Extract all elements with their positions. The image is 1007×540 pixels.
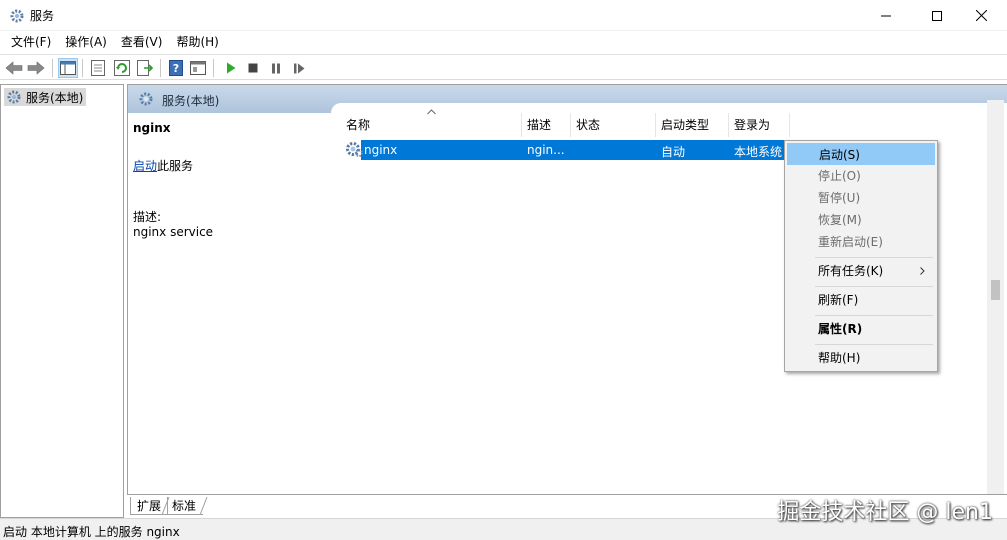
- export-list-button[interactable]: [135, 58, 155, 78]
- column-header-startup-type[interactable]: 启动类型: [656, 113, 728, 137]
- description-label: 描述:: [133, 210, 162, 224]
- vertical-scrollbar[interactable]: [987, 100, 1004, 494]
- resume-service-button[interactable]: [289, 58, 309, 78]
- close-icon: [975, 10, 987, 21]
- properties-button[interactable]: [88, 58, 108, 78]
- tree-node-services-local[interactable]: 服务(本地): [4, 88, 87, 106]
- service-detail-pane: nginx 启动此服务 描述: nginx service: [128, 113, 331, 495]
- panel-header-title: 服务(本地): [162, 94, 220, 108]
- console-tree: 服务(本地): [0, 84, 124, 518]
- column-header-name[interactable]: 名称: [341, 113, 521, 137]
- export-list-icon: [137, 60, 153, 76]
- row-startup-type: 自动: [661, 145, 686, 159]
- back-button[interactable]: [4, 58, 24, 78]
- column-header-description[interactable]: 描述: [522, 113, 570, 137]
- view-button[interactable]: [188, 58, 208, 78]
- svg-text:?: ?: [173, 62, 179, 75]
- menu-file[interactable]: 文件(F): [4, 31, 58, 54]
- description-value: nginx service: [133, 225, 214, 239]
- menu-item-pause[interactable]: 暂停(U): [787, 187, 935, 209]
- start-service-link[interactable]: 启动: [133, 159, 157, 173]
- menu-item-all-tasks[interactable]: 所有任务(K): [787, 260, 935, 282]
- menu-item-resume[interactable]: 恢复(M): [787, 209, 935, 231]
- minimize-icon: [881, 15, 891, 16]
- menu-view[interactable]: 查看(V): [114, 31, 170, 54]
- menu-separator: [815, 286, 933, 287]
- title-bar: 服务: [0, 0, 1007, 31]
- menu-item-stop[interactable]: 停止(O): [787, 165, 935, 187]
- chevron-right-icon: [920, 267, 925, 275]
- resume-icon: [294, 63, 305, 73]
- column-header-logon-as[interactable]: 登录为: [729, 113, 789, 137]
- pause-service-button[interactable]: [266, 58, 286, 78]
- gear-icon: [7, 90, 21, 104]
- tab-divider: [199, 497, 208, 516]
- start-service-line: 启动此服务: [133, 157, 193, 174]
- close-button[interactable]: [958, 0, 1004, 31]
- forward-button[interactable]: [26, 58, 46, 78]
- stop-icon: [248, 63, 258, 73]
- row-logon-as: 本地系统: [734, 145, 783, 159]
- column-header-status[interactable]: 状态: [571, 113, 655, 137]
- toolbar-separator: [52, 59, 53, 77]
- menu-item-help[interactable]: 帮助(H): [787, 347, 935, 369]
- window-title: 服务: [30, 9, 55, 23]
- context-menu: 启动(S) 停止(O) 暂停(U) 恢复(M) 重新启动(E) 所有任务(K) …: [784, 140, 938, 372]
- start-service-suffix: 此服务: [157, 159, 194, 173]
- gear-icon: [138, 91, 154, 110]
- refresh-button[interactable]: [112, 58, 132, 78]
- scrollbar-thumb[interactable]: [991, 280, 1000, 300]
- help-button[interactable]: ?: [166, 58, 186, 78]
- tab-standard[interactable]: 标准: [167, 497, 203, 515]
- service-name-heading: nginx: [133, 121, 171, 135]
- help-icon: ?: [169, 60, 183, 76]
- menu-item-refresh[interactable]: 刷新(F): [787, 289, 935, 311]
- console-tree-icon: [60, 61, 76, 75]
- service-gear-icon: [345, 140, 363, 158]
- start-service-button[interactable]: [221, 58, 241, 78]
- menu-help[interactable]: 帮助(H): [169, 31, 225, 54]
- menu-separator: [815, 257, 933, 258]
- minimize-button[interactable]: [863, 0, 909, 31]
- play-icon: [227, 62, 236, 74]
- toolbar-separator: [213, 59, 214, 77]
- view-icon: [190, 61, 206, 75]
- column-divider[interactable]: [789, 113, 790, 137]
- toolbar-separator: [160, 59, 161, 77]
- row-description: ngin...: [527, 143, 565, 157]
- menu-separator: [815, 315, 933, 316]
- toolbar-separator: [82, 59, 83, 77]
- gear-icon: [9, 8, 25, 24]
- forward-arrow-icon: [27, 61, 45, 75]
- tree-node-label: 服务(本地): [26, 90, 84, 105]
- row-name: nginx: [364, 143, 398, 157]
- menu-separator: [815, 344, 933, 345]
- menu-item-properties[interactable]: 属性(R): [787, 318, 935, 340]
- status-text: 启动 本地计算机 上的服务 nginx: [3, 525, 180, 539]
- toolbar: ?: [0, 54, 1007, 80]
- stop-service-button[interactable]: [243, 58, 263, 78]
- watermark: 掘金技术社区 @ len1: [777, 500, 993, 525]
- menu-item-all-tasks-label: 所有任务(K): [818, 264, 884, 278]
- properties-sheet-icon: [91, 60, 105, 76]
- maximize-icon: [932, 10, 942, 21]
- menu-item-start[interactable]: 启动(S): [787, 143, 935, 165]
- menu-item-restart[interactable]: 重新启动(E): [787, 231, 935, 253]
- back-arrow-icon: [5, 61, 23, 75]
- menu-bar: 文件(F) 操作(A) 查看(V) 帮助(H): [0, 31, 1007, 54]
- show-console-tree-button[interactable]: [58, 58, 78, 78]
- maximize-button[interactable]: [914, 0, 960, 31]
- refresh-icon: [114, 60, 130, 76]
- table-row[interactable]: nginx ngin... 自动 本地系统: [361, 140, 789, 160]
- pause-icon: [272, 63, 280, 73]
- menu-action[interactable]: 操作(A): [58, 31, 114, 54]
